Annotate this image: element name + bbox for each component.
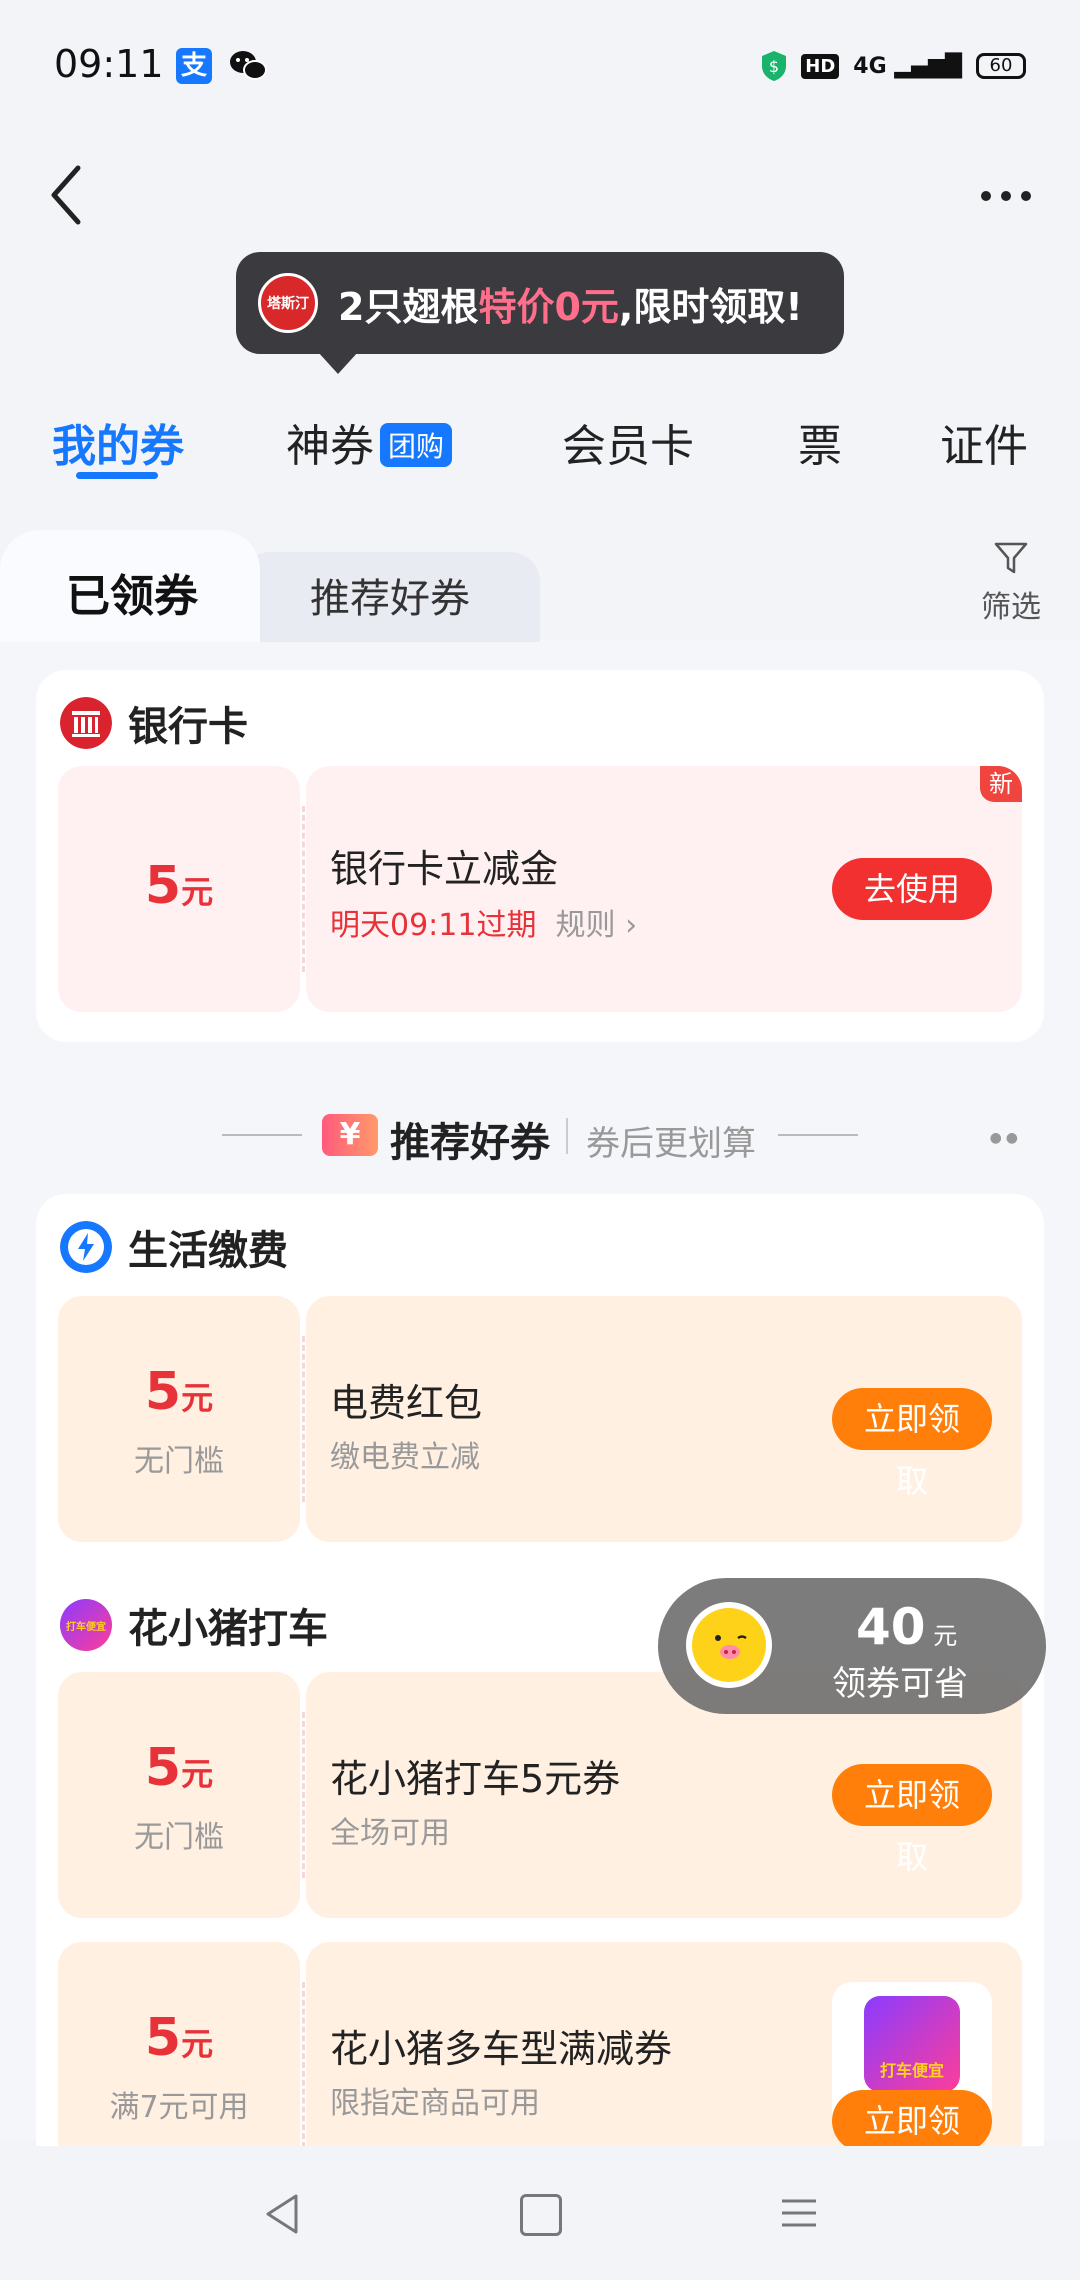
nav-home-icon[interactable] (520, 2194, 562, 2236)
claim-now-button[interactable]: 立即领取 (832, 1764, 992, 1876)
divider-line-left (222, 1134, 302, 1136)
brand-logo: 塔斯汀 (258, 273, 318, 333)
coupon-detail-panel: 银行卡立减金 明天09:11过期 规则 › 去使用 新 (306, 766, 1022, 1012)
coupon-amount-panel: 5元 无门槛 (58, 1296, 300, 1542)
status-time: 09:11 (54, 42, 164, 86)
tab-member-card[interactable]: 会员卡 (562, 410, 694, 474)
wechat-icon (230, 51, 267, 80)
coupon-amount-panel: 5元 (58, 766, 300, 1012)
more-icon[interactable] (980, 188, 1032, 204)
use-now-button[interactable]: 去使用 (832, 858, 992, 920)
filter-icon (994, 542, 1028, 574)
coupon-subtitle: 缴电费立减 (330, 1440, 480, 1475)
recommended-section-header: ¥ 推荐好券 券后更划算 ●● (0, 1100, 1080, 1170)
filter-button[interactable]: 筛选 (976, 540, 1046, 626)
huaxiaozhu-app-icon: 打车便宜 (864, 1996, 960, 2092)
system-nav-bar (0, 2146, 1080, 2280)
bank-card-header: 银行卡 (60, 694, 248, 752)
section-title: 推荐好券 (390, 1120, 550, 1166)
subtab-claimed[interactable]: 已领券 (66, 560, 198, 624)
life-pay-header: 生活缴费 (60, 1218, 288, 1276)
pig-face-icon (715, 1635, 747, 1659)
coupon-detail-panel: 电费红包 缴电费立减 立即领取 (306, 1296, 1022, 1542)
coupon-amount-panel: 5元 无门槛 (58, 1672, 300, 1918)
nav-menu-icon[interactable] (780, 2198, 818, 2228)
network-label: 4G (853, 53, 887, 79)
savings-label: 领券可省 (832, 1664, 968, 1704)
coupon-rules-link[interactable]: 规则 (556, 908, 616, 943)
huaxiaozhu-logo: 打车便宜 (60, 1599, 112, 1651)
coupon-condition: 满7元可用 (109, 2090, 249, 2125)
coupon-title: 电费红包 (330, 1381, 483, 1425)
savings-amount: 40 元 (856, 1598, 958, 1656)
bank-card-title: 银行卡 (128, 704, 248, 750)
coupon-expiry-row: 明天09:11过期 规则 › (330, 900, 637, 944)
coupon-divider (302, 1336, 305, 1502)
money-shield-icon: $ (762, 51, 787, 81)
tab-documents[interactable]: 证件 (940, 410, 1028, 474)
dots-icon[interactable]: ●● (990, 1130, 1022, 1146)
tab-my-coupons[interactable]: 我的券 (52, 410, 184, 474)
coupon-amount: 5元 (144, 2008, 214, 2068)
coupon-expiry: 明天09:11过期 (330, 908, 537, 943)
tab-underline (76, 472, 158, 479)
huaxiaozhu-title: 花小猪打车 (128, 1606, 328, 1652)
promo-text: 2只翅根特价0元,限时领取! (338, 284, 803, 329)
back-icon[interactable] (48, 160, 88, 230)
bank-coupon[interactable]: 5元 银行卡立减金 明天09:11过期 规则 › 去使用 新 (58, 766, 1022, 1012)
coupon-title: 花小猪打车5元券 (330, 1757, 621, 1801)
coupon-amount: 5元 (144, 856, 214, 916)
svg-text:$: $ (769, 57, 779, 76)
battery-icon: 60 (976, 53, 1026, 79)
coupon-divider (302, 1982, 305, 2148)
subtab-recommended[interactable]: 推荐好券 (310, 566, 470, 624)
top-tabs: 我的券 神券 团购 会员卡 票 证件 (0, 400, 1080, 490)
coupon-title: 银行卡立减金 (330, 847, 559, 891)
hd-icon: HD (801, 53, 840, 79)
section-separator (566, 1118, 568, 1154)
promo-tooltip[interactable]: 塔斯汀 2只翅根特价0元,限时领取! (236, 252, 844, 374)
bank-icon (60, 697, 112, 749)
section-subtitle: 券后更划算 (586, 1124, 756, 1164)
coupon-subtitle: 限指定商品可用 (330, 2086, 540, 2121)
tab-tickets[interactable]: 票 (798, 410, 842, 474)
coupon-subtitle: 全场可用 (330, 1816, 450, 1851)
filter-label: 筛选 (981, 590, 1041, 625)
new-badge: 新 (980, 766, 1022, 802)
coupon-condition: 无门槛 (134, 1820, 224, 1855)
status-icons: $ HD 4G ▂▄▆█ 60 (761, 48, 1026, 84)
coupon-condition: 无门槛 (134, 1444, 224, 1479)
chevron-right-icon: › (625, 908, 638, 943)
life-pay-title: 生活缴费 (128, 1228, 288, 1274)
group-buy-badge: 团购 (380, 423, 453, 467)
coupon-divider (302, 1712, 305, 1878)
savings-bubble[interactable]: 40 元 领券可省 (658, 1578, 1046, 1714)
coupon-yen-icon: ¥ (322, 1114, 378, 1156)
claim-now-button[interactable]: 立即领取 (832, 2090, 992, 2202)
coupon-amount: 5元 (144, 1738, 214, 1798)
alipay-icon: 支 (176, 48, 212, 84)
signal-icon: 4G ▂▄▆█ (853, 53, 962, 79)
coupon-amount: 5元 (144, 1362, 214, 1422)
lightning-icon (60, 1221, 112, 1273)
divider-line-right (778, 1134, 858, 1136)
sub-tabs: 已领券 推荐好券 筛选 (0, 530, 1080, 660)
nav-back-icon[interactable] (262, 2192, 302, 2236)
coupon-divider (302, 806, 305, 972)
electricity-coupon[interactable]: 5元 无门槛 电费红包 缴电费立减 立即领取 (58, 1296, 1022, 1542)
bank-card-section: 银行卡 5元 银行卡立减金 明天09:11过期 规则 › 去使用 新 (36, 670, 1044, 1042)
tab-god-coupons[interactable]: 神券 团购 (286, 410, 453, 474)
coupon-title: 花小猪多车型满减券 (330, 2027, 673, 2071)
pig-icon (686, 1602, 772, 1688)
huaxiaozhu-header: 打车便宜 花小猪打车 (60, 1596, 328, 1654)
claim-now-button[interactable]: 立即领取 (832, 1388, 992, 1500)
